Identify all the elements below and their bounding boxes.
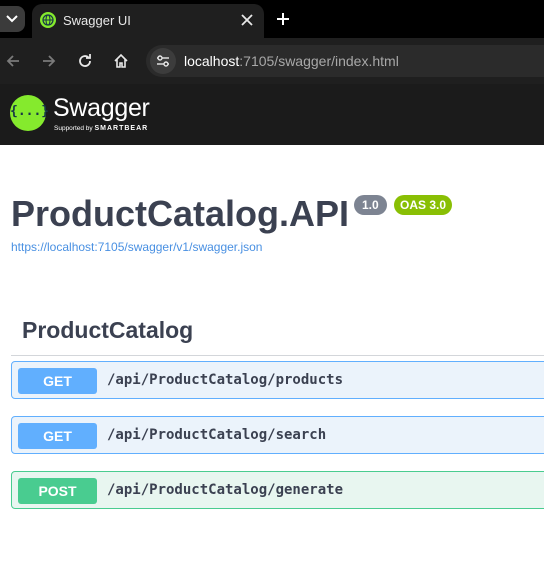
address-bar[interactable]: localhost:7105/swagger/index.html <box>146 45 544 77</box>
tab-list-button[interactable] <box>0 6 25 32</box>
method-badge: GET <box>18 423 97 449</box>
plus-icon[interactable] <box>274 10 292 28</box>
swagger-json-link[interactable]: https://localhost:7105/swagger/v1/swagge… <box>11 240 262 254</box>
logo-mark: {...} <box>10 104 50 119</box>
method-badge: GET <box>18 368 97 394</box>
tag-divider <box>11 355 544 356</box>
url-path: :7105/swagger/index.html <box>239 53 399 69</box>
operation-path: /api/ProductCatalog/products <box>107 372 344 388</box>
version-badge: 1.0 <box>354 195 387 215</box>
url-host: localhost <box>184 53 240 69</box>
operation-get-products[interactable]: GET /api/ProductCatalog/products <box>11 361 544 399</box>
operation-get-search[interactable]: GET /api/ProductCatalog/search <box>11 416 544 454</box>
tag-section-title[interactable]: ProductCatalog <box>22 317 193 344</box>
back-arrow-icon[interactable] <box>4 52 22 70</box>
url-text: localhost:7105/swagger/index.html <box>184 53 399 69</box>
operation-path: /api/ProductCatalog/search <box>107 427 327 443</box>
globe-favicon-icon <box>40 12 56 28</box>
browser-tab[interactable]: Swagger UI <box>32 4 264 38</box>
tab-title: Swagger UI <box>63 13 131 28</box>
close-icon[interactable] <box>238 11 256 29</box>
swagger-wordmark: Swagger <box>53 94 150 122</box>
browser-tab-strip: Swagger UI <box>0 0 544 38</box>
smartbear-brand: SMARTBEAR <box>94 125 149 132</box>
supported-by-text: Supported by SMARTBEAR <box>54 125 148 132</box>
api-title: ProductCatalog.API <box>11 193 350 234</box>
oas-version-badge: OAS 3.0 <box>394 195 453 215</box>
swagger-topbar: {...} Swagger Supported by SMARTBEAR <box>0 84 544 145</box>
forward-arrow-icon[interactable] <box>40 52 58 70</box>
site-settings-icon <box>157 55 169 67</box>
method-badge: POST <box>18 478 97 504</box>
swagger-logo-icon[interactable]: {...} <box>10 95 50 131</box>
operation-path: /api/ProductCatalog/generate <box>107 482 344 498</box>
browser-toolbar: localhost:7105/swagger/index.html <box>0 38 544 84</box>
reload-icon[interactable] <box>76 52 94 70</box>
site-settings-button[interactable] <box>150 48 176 74</box>
operation-post-generate[interactable]: POST /api/ProductCatalog/generate <box>11 471 544 509</box>
supported-by-label: Supported by <box>54 125 93 132</box>
home-icon[interactable] <box>112 52 130 70</box>
chevron-down-icon <box>6 15 18 23</box>
